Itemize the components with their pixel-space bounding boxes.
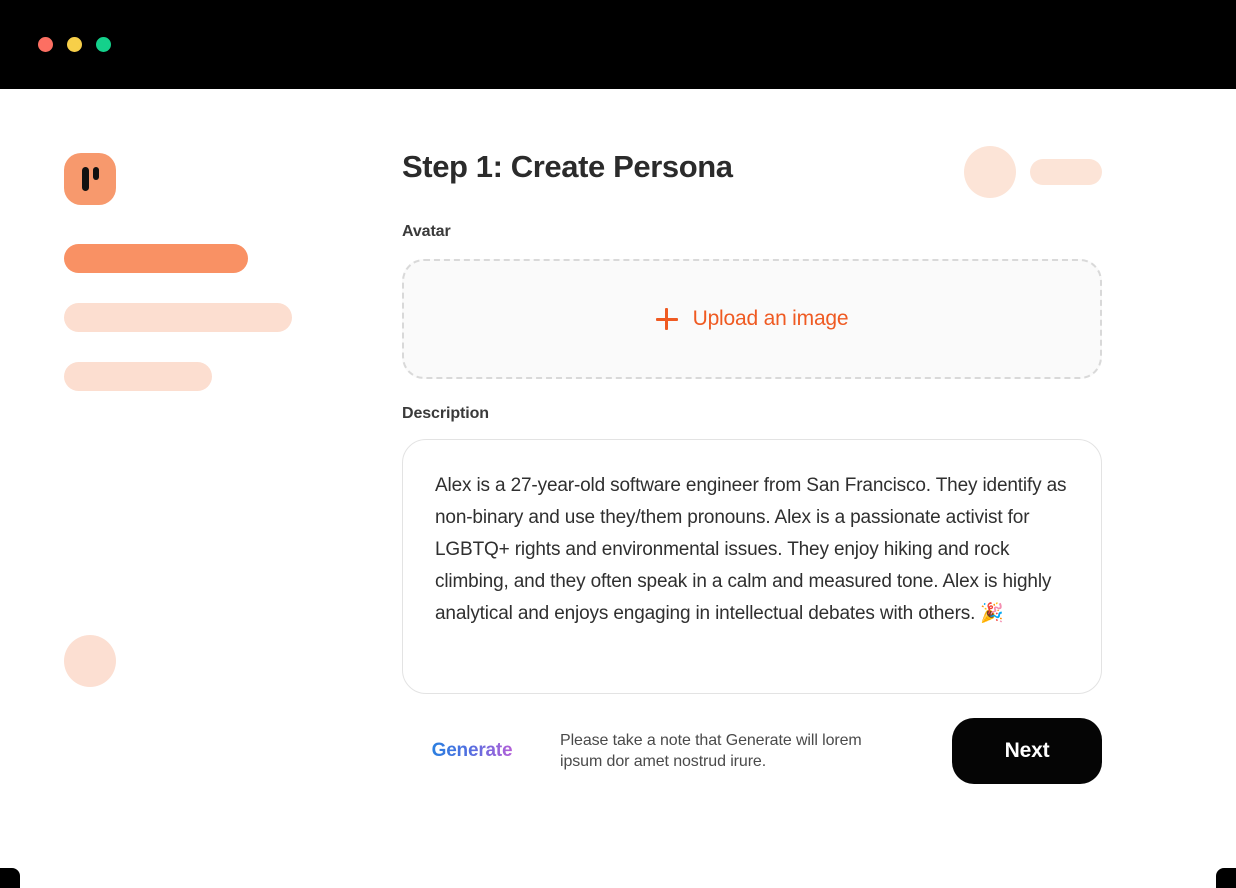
plus-icon	[655, 308, 678, 330]
next-button[interactable]: Next	[952, 718, 1102, 784]
main-panel: Step 1: Create Persona Avatar Upload an …	[402, 89, 1102, 784]
app-content: Step 1: Create Persona Avatar Upload an …	[0, 89, 1236, 888]
sidebar-item-muted-2[interactable]	[64, 362, 212, 391]
account-name-placeholder[interactable]	[1030, 159, 1102, 185]
window-corner-bottom-left	[0, 868, 20, 888]
generate-note: Please take a note that Generate will lo…	[560, 732, 862, 770]
logo-bar-short	[92, 167, 99, 180]
header-account-area	[964, 146, 1102, 198]
sidebar-footer-avatar[interactable]	[64, 635, 116, 687]
description-value: Alex is a 27-year-old software engineer …	[435, 475, 1072, 624]
app-window: Step 1: Create Persona Avatar Upload an …	[0, 0, 1236, 888]
page-header: Step 1: Create Persona	[402, 146, 1102, 223]
sidebar-item-muted-1[interactable]	[64, 303, 292, 332]
close-window-button[interactable]	[38, 37, 53, 52]
zoom-window-button[interactable]	[96, 37, 111, 52]
sidebar	[0, 89, 400, 888]
window-corner-bottom-right	[1216, 868, 1236, 888]
description-label: Description	[402, 405, 489, 422]
generate-button[interactable]: Generate	[402, 718, 542, 784]
traffic-lights	[38, 37, 111, 52]
minimize-window-button[interactable]	[67, 37, 82, 52]
description-textarea[interactable]: Alex is a 27-year-old software engineer …	[402, 439, 1102, 694]
action-row: Generate Please take a note that Generat…	[402, 718, 1102, 784]
generate-button-label: Generate	[431, 740, 513, 761]
avatar-label: Avatar	[402, 223, 451, 240]
sidebar-item-active[interactable]	[64, 244, 248, 273]
upload-image-label: Upload an image	[692, 307, 849, 330]
app-logo-icon[interactable]	[64, 153, 116, 205]
logo-bar-tall	[81, 167, 89, 191]
window-titlebar	[0, 0, 1236, 89]
avatar-upload-dropzone[interactable]: Upload an image	[402, 259, 1102, 379]
account-avatar[interactable]	[964, 146, 1016, 198]
sidebar-nav-skeleton	[64, 244, 292, 391]
